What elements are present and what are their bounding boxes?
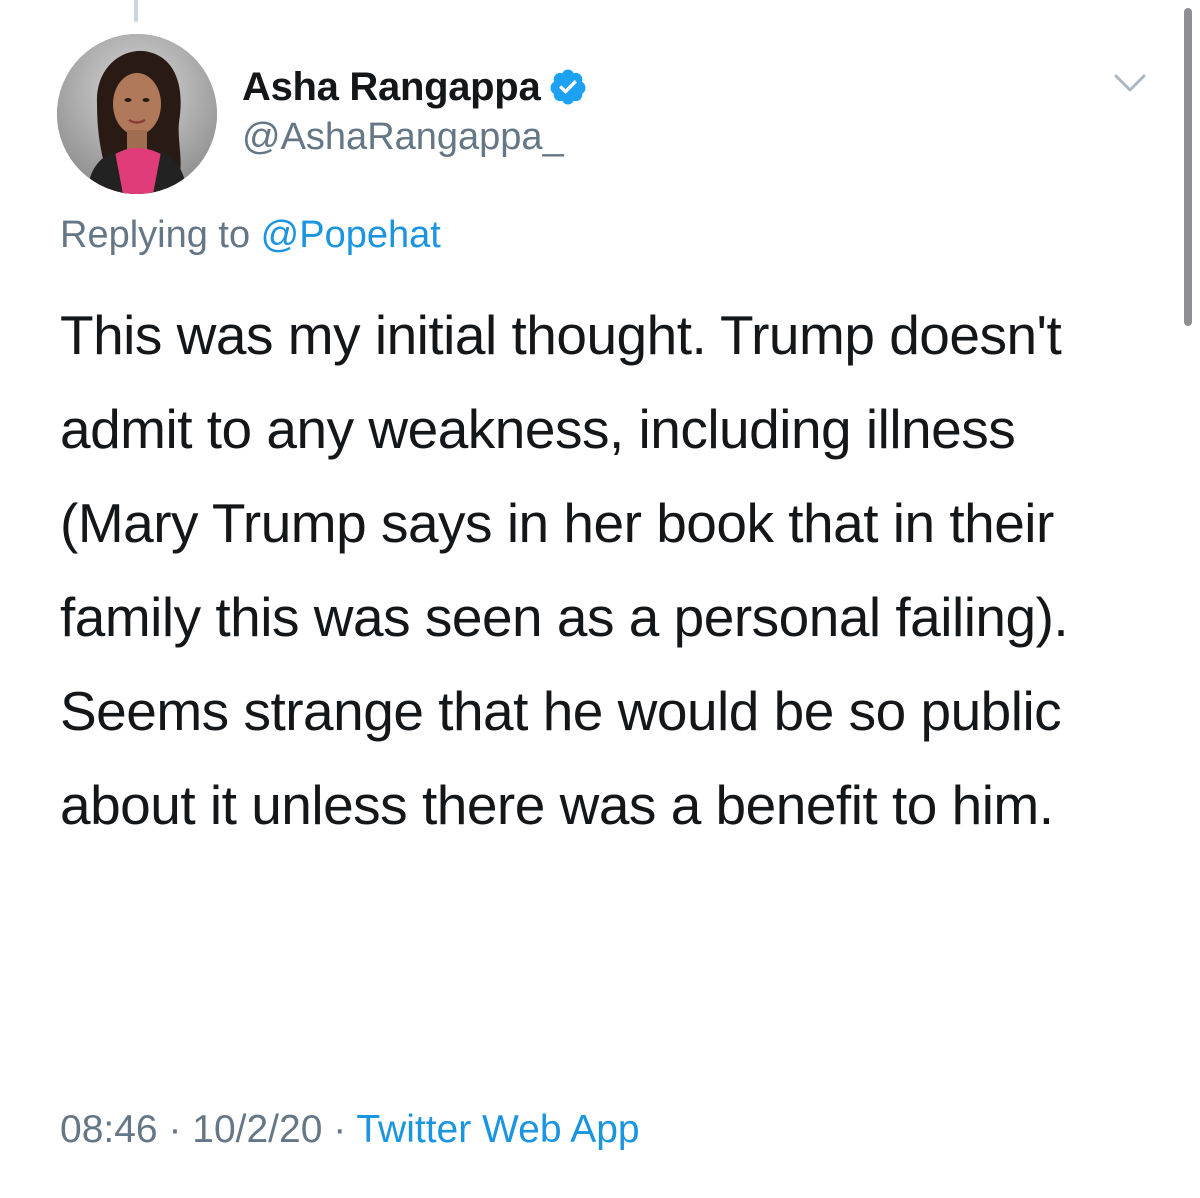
replying-prefix: Replying to: [60, 214, 261, 256]
verified-badge-icon: [548, 67, 588, 107]
meta-separator: ·: [157, 1108, 193, 1151]
tweet-date[interactable]: 10/2/20: [192, 1108, 322, 1151]
scrollbar-thumb[interactable]: [1184, 8, 1192, 326]
tweet-text: This was my initial thought. Trump doesn…: [60, 304, 1069, 836]
author-name-row: Asha Rangappa: [242, 58, 588, 116]
chevron-down-icon[interactable]: [1112, 68, 1148, 98]
thread-connector-line: [134, 0, 138, 22]
tweet-author[interactable]: Asha Rangappa @AshaRangappa_: [242, 58, 588, 159]
tweet-time[interactable]: 08:46: [60, 1108, 158, 1151]
replying-to-line: Replying to @Popehat: [60, 214, 441, 257]
author-display-name[interactable]: Asha Rangappa: [242, 65, 541, 110]
meta-separator-2: ·: [322, 1108, 357, 1151]
author-handle[interactable]: @AshaRangappa_: [242, 116, 588, 159]
replying-to-mention[interactable]: @Popehat: [261, 214, 441, 256]
tweet-metadata: 08:46 · 10/2/20 · Twitter Web App: [60, 1108, 640, 1152]
avatar-photo: [57, 34, 217, 194]
avatar[interactable]: [57, 34, 217, 194]
tweet-source-link[interactable]: Twitter Web App: [356, 1108, 639, 1151]
